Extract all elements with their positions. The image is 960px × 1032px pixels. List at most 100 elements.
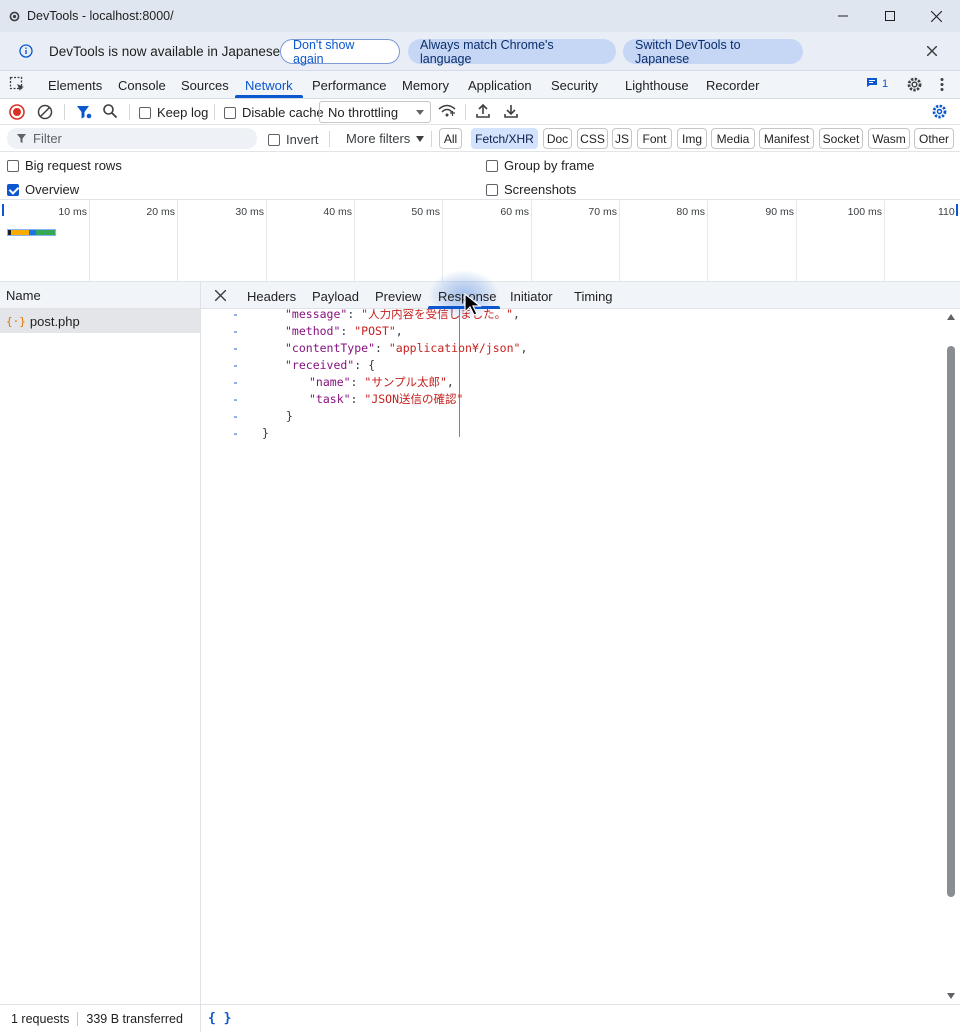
export-har-download-icon[interactable] [503, 103, 519, 122]
chip-fetch-xhr[interactable]: Fetch/XHR [471, 128, 538, 149]
close-icon[interactable] [913, 0, 960, 32]
invert-checkbox-box[interactable] [268, 133, 280, 146]
filter-funnel-icon[interactable] [75, 103, 93, 124]
chip-font[interactable]: Font [637, 128, 672, 149]
fold-gutter-marker[interactable]: - [232, 309, 239, 321]
tab-network[interactable]: Network [245, 78, 293, 93]
timeline-left-handle[interactable] [2, 204, 4, 216]
grid-line [796, 200, 797, 281]
tab-performance[interactable]: Performance [312, 78, 386, 93]
dont-show-again-button[interactable]: Don't show again [280, 38, 400, 66]
fold-gutter-marker[interactable]: - [232, 375, 239, 389]
chip-css[interactable]: CSS [577, 128, 608, 149]
tab-sources[interactable]: Sources [181, 78, 229, 93]
switch-to-japanese-button[interactable]: Switch DevTools to Japanese [623, 38, 803, 66]
devtools-gear-app-icon [6, 8, 22, 24]
toolbar-divider [214, 104, 215, 120]
fold-gutter-marker[interactable]: - [232, 426, 239, 440]
tab-initiator[interactable]: Initiator [510, 289, 553, 304]
tab-preview[interactable]: Preview [375, 289, 421, 304]
response-line-text: "name": "サンプル太郎", [309, 374, 454, 390]
tab-security[interactable]: Security [551, 78, 598, 93]
fold-gutter-marker[interactable]: - [232, 341, 239, 355]
chip-all[interactable]: All [439, 128, 462, 149]
more-filters-dropdown[interactable]: More filters [346, 131, 425, 146]
chip-js[interactable]: JS [612, 128, 632, 149]
chevron-down-icon [416, 110, 424, 115]
network-settings-gear-icon[interactable] [931, 103, 948, 123]
json-key: "task" [309, 391, 351, 406]
search-icon[interactable] [102, 103, 118, 122]
overview-checkbox-box[interactable] [7, 183, 19, 196]
disable-cache-checkbox-box[interactable] [224, 106, 236, 119]
json-punctuation: } [262, 425, 269, 440]
json-punctuation: : [340, 323, 355, 338]
group-by-frame-checkbox-box[interactable] [486, 159, 498, 172]
keep-log-checkbox[interactable]: Keep log [139, 105, 208, 120]
grid-line [177, 200, 178, 281]
screenshots-checkbox-box[interactable] [486, 183, 498, 196]
fold-gutter-marker[interactable]: - [232, 358, 239, 372]
filter-input[interactable]: Filter [7, 128, 257, 149]
chip-socket[interactable]: Socket [819, 128, 863, 149]
fold-gutter-marker[interactable]: - [232, 409, 239, 423]
minimize-icon[interactable] [819, 0, 866, 32]
import-har-upload-icon[interactable] [475, 103, 491, 122]
chip-media[interactable]: Media [711, 128, 755, 149]
overview-timeline[interactable]: 10 ms 20 ms 30 ms 40 ms 50 ms 60 ms 70 m… [0, 200, 960, 282]
tab-application[interactable]: Application [468, 78, 532, 93]
tab-timing[interactable]: Timing [574, 289, 613, 304]
infobar-close-icon[interactable] [924, 43, 940, 59]
fold-gutter-marker[interactable]: - [232, 324, 239, 338]
clear-icon[interactable] [37, 104, 53, 123]
scroll-up-arrow-icon[interactable] [947, 314, 955, 320]
request-list: Name {·} post.php [0, 282, 201, 1004]
response-scrollbar[interactable] [944, 309, 958, 1004]
tab-headers[interactable]: Headers [247, 289, 296, 304]
tab-recorder[interactable]: Recorder [706, 78, 759, 93]
big-request-rows-label: Big request rows [25, 158, 122, 173]
tab-payload[interactable]: Payload [312, 289, 359, 304]
name-column-header[interactable]: Name [0, 282, 200, 309]
response-line-text: "received": { [285, 358, 375, 372]
big-request-rows-checkbox-box[interactable] [7, 159, 19, 172]
throttling-select[interactable]: No throttling [319, 101, 431, 123]
chip-doc[interactable]: Doc [543, 128, 572, 149]
tab-lighthouse[interactable]: Lighthouse [625, 78, 689, 93]
chip-img[interactable]: Img [677, 128, 707, 149]
invert-checkbox[interactable]: Invert [268, 132, 319, 147]
inspect-element-icon[interactable] [9, 76, 26, 93]
chip-manifest[interactable]: Manifest [759, 128, 814, 149]
json-punctuation: , [446, 374, 454, 389]
request-row[interactable]: {·} post.php [0, 309, 200, 333]
big-request-rows-checkbox[interactable]: Big request rows [7, 158, 122, 173]
record-stop-icon[interactable] [9, 104, 25, 123]
tab-memory[interactable]: Memory [402, 78, 449, 93]
screenshots-checkbox[interactable]: Screenshots [486, 182, 576, 197]
response-viewer[interactable]: - "message": "人力内容を受信しました。", - "method": "P… [201, 309, 943, 1004]
pretty-print-icon[interactable]: { } [208, 1011, 231, 1026]
scroll-thumb[interactable] [947, 346, 955, 897]
status-bar: 1 requests 339 B transferred { } [0, 1004, 960, 1032]
keep-log-checkbox-box[interactable] [139, 106, 151, 119]
close-details-icon[interactable] [214, 289, 227, 304]
overview-checkbox[interactable]: Overview [7, 182, 79, 197]
issues-counter[interactable]: 1 [866, 77, 888, 91]
fold-gutter-marker[interactable]: - [232, 392, 239, 406]
chip-other[interactable]: Other [914, 128, 954, 149]
always-match-language-button[interactable]: Always match Chrome's language [408, 38, 616, 66]
issues-message-icon [866, 77, 878, 91]
invert-label: Invert [286, 132, 319, 147]
network-conditions-wifi-icon[interactable] [438, 103, 456, 122]
tab-elements[interactable]: Elements [48, 78, 102, 93]
settings-gear-icon[interactable] [906, 76, 923, 93]
disable-cache-label: Disable cache [242, 105, 324, 120]
maximize-icon[interactable] [866, 0, 913, 32]
main-tab-bar: Elements Console Sources Network Perform… [0, 71, 960, 99]
scroll-down-arrow-icon[interactable] [947, 993, 955, 999]
disable-cache-checkbox[interactable]: Disable cache [224, 105, 324, 120]
more-options-icon[interactable] [935, 76, 949, 93]
chip-wasm[interactable]: Wasm [868, 128, 910, 149]
tab-console[interactable]: Console [118, 78, 166, 93]
group-by-frame-checkbox[interactable]: Group by frame [486, 158, 594, 173]
